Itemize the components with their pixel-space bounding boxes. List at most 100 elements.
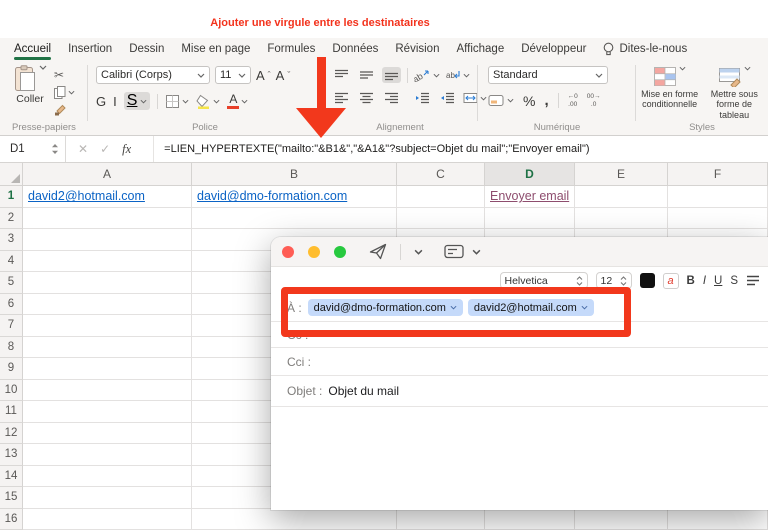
cancel-icon[interactable]: ✕ <box>78 142 88 156</box>
row-header-14[interactable]: 14 <box>0 466 23 488</box>
cell-A13[interactable] <box>23 444 192 466</box>
align-center-button[interactable] <box>357 90 376 106</box>
header-fields-chevron[interactable] <box>472 249 481 255</box>
column-header-E[interactable]: E <box>575 163 668 186</box>
cell-B16[interactable] <box>192 509 397 530</box>
tab-dessin[interactable]: Dessin <box>129 43 164 56</box>
italic-button[interactable]: I <box>113 94 117 109</box>
font-size-select[interactable]: 11 <box>215 66 251 84</box>
align-bottom-button[interactable] <box>382 67 401 83</box>
row-header-12[interactable]: 12 <box>0 423 23 445</box>
decrease-decimal-button[interactable]: 00→.0 <box>587 93 601 107</box>
cell-A12[interactable] <box>23 423 192 445</box>
cell-E16[interactable] <box>575 509 668 530</box>
accounting-format-button[interactable] <box>488 94 514 107</box>
column-header-C[interactable]: C <box>397 163 485 186</box>
name-box[interactable]: D1 <box>0 136 66 162</box>
row-header-2[interactable]: 2 <box>0 208 23 230</box>
tab-accueil[interactable]: Accueil <box>14 43 51 56</box>
bold-button[interactable]: G <box>96 94 106 109</box>
row-header-11[interactable]: 11 <box>0 401 23 423</box>
cell-A8[interactable] <box>23 337 192 359</box>
cell-A1[interactable]: david2@hotmail.com <box>23 186 192 208</box>
mail-body[interactable] <box>271 407 768 507</box>
align-left-button[interactable] <box>332 90 351 106</box>
tab-donnees[interactable]: Données <box>332 43 378 56</box>
row-header-6[interactable]: 6 <box>0 294 23 316</box>
column-header-F[interactable]: F <box>668 163 768 186</box>
cell-E2[interactable] <box>575 208 668 230</box>
cell-A7[interactable] <box>23 315 192 337</box>
comma-style-button[interactable]: , <box>544 92 548 109</box>
mail-underline-button[interactable]: U <box>714 275 722 287</box>
cell-F16[interactable] <box>668 509 768 530</box>
align-middle-button[interactable] <box>357 67 376 83</box>
bcc-field[interactable]: Cci : <box>271 348 768 375</box>
format-painter-button[interactable] <box>54 102 75 116</box>
cell-E1[interactable] <box>575 186 668 208</box>
shrink-font-button[interactable]: Aˇ <box>276 68 291 83</box>
row-header-8[interactable]: 8 <box>0 337 23 359</box>
cell-C16[interactable] <box>397 509 485 530</box>
row-header-4[interactable]: 4 <box>0 251 23 273</box>
cell-B1[interactable]: david@dmo-formation.com <box>192 186 397 208</box>
font-family-select[interactable]: Calibri (Corps) <box>96 66 210 84</box>
increase-decimal-button[interactable]: ←0.00 <box>568 93 578 107</box>
cell-A10[interactable] <box>23 380 192 402</box>
subject-field[interactable]: Objet : Objet du mail <box>271 376 768 406</box>
mail-bold-button[interactable]: B <box>687 275 695 287</box>
column-header-D[interactable]: D <box>485 163 575 186</box>
tab-insertion[interactable]: Insertion <box>68 43 112 56</box>
enter-icon[interactable]: ✓ <box>100 142 110 156</box>
cell-A15[interactable] <box>23 487 192 509</box>
cell-F2[interactable] <box>668 208 768 230</box>
column-header-B[interactable]: B <box>192 163 397 186</box>
text-orientation-button[interactable]: ab <box>414 69 440 82</box>
cell-A9[interactable] <box>23 358 192 380</box>
cell-A5[interactable] <box>23 272 192 294</box>
tab-revision[interactable]: Révision <box>395 43 439 56</box>
cell-B2[interactable] <box>192 208 397 230</box>
grow-font-button[interactable]: Aˆ <box>256 68 271 83</box>
row-header-15[interactable]: 15 <box>0 487 23 509</box>
cell-F1[interactable] <box>668 186 768 208</box>
highlight-color-button[interactable]: a <box>663 273 679 289</box>
row-header-1[interactable]: 1 <box>0 186 23 208</box>
header-fields-button[interactable] <box>444 244 465 259</box>
row-header-7[interactable]: 7 <box>0 315 23 337</box>
align-top-button[interactable] <box>332 67 351 83</box>
minimize-window-button[interactable] <box>308 246 320 258</box>
underline-button[interactable]: S <box>124 92 151 110</box>
close-window-button[interactable] <box>282 246 294 258</box>
tab-formules[interactable]: Formules <box>267 43 315 56</box>
borders-button[interactable] <box>165 94 189 109</box>
send-options-chevron[interactable] <box>414 249 423 255</box>
font-color-button[interactable]: A <box>227 93 248 109</box>
cell-C2[interactable] <box>397 208 485 230</box>
align-right-button[interactable] <box>382 90 401 106</box>
cell-A3[interactable] <box>23 229 192 251</box>
row-header-3[interactable]: 3 <box>0 229 23 251</box>
decrease-indent-button[interactable] <box>413 90 432 106</box>
cell-D2[interactable] <box>485 208 575 230</box>
column-header-A[interactable]: A <box>23 163 192 186</box>
cell-A4[interactable] <box>23 251 192 273</box>
row-header-5[interactable]: 5 <box>0 272 23 294</box>
mail-strikethrough-button[interactable]: S <box>730 275 738 287</box>
font-color-swatch[interactable] <box>640 273 655 288</box>
increase-indent-button[interactable] <box>438 90 457 106</box>
mail-italic-button[interactable]: I <box>703 275 706 287</box>
copy-button[interactable] <box>54 85 75 99</box>
percent-style-button[interactable]: % <box>523 93 535 109</box>
mail-alignment-button[interactable] <box>746 275 760 286</box>
zoom-window-button[interactable] <box>334 246 346 258</box>
tab-developpeur[interactable]: Développeur <box>521 43 586 56</box>
row-header-9[interactable]: 9 <box>0 358 23 380</box>
formula-input[interactable]: =LIEN_HYPERTEXTE("mailto:"&B1&","&A1&"?s… <box>153 136 589 162</box>
number-format-select[interactable]: Standard <box>488 66 608 84</box>
cell-A14[interactable] <box>23 466 192 488</box>
cell-A2[interactable] <box>23 208 192 230</box>
select-all-corner[interactable] <box>0 163 23 186</box>
cell-A6[interactable] <box>23 294 192 316</box>
name-box-stepper-icon[interactable] <box>51 143 59 155</box>
